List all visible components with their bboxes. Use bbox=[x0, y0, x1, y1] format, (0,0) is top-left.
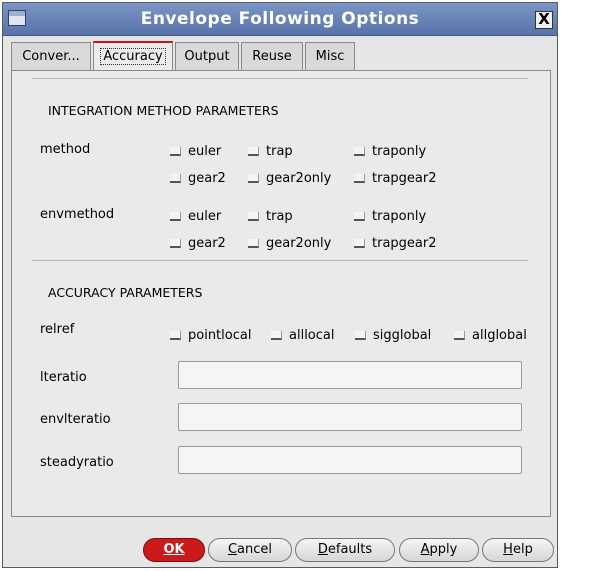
tab-label: Reuse bbox=[252, 49, 292, 64]
checkbox-label: allglobal bbox=[472, 328, 527, 343]
relref-alllocal-checkbox[interactable]: alllocal bbox=[271, 328, 334, 343]
checkbox-label: sigglobal bbox=[373, 328, 432, 343]
relref-label: relref bbox=[40, 322, 75, 337]
divider bbox=[32, 78, 528, 79]
integration-heading: INTEGRATION METHOD PARAMETERS bbox=[48, 103, 279, 118]
checkbox-label: alllocal bbox=[289, 328, 335, 343]
envelope-following-options-dialog: Envelope Following Options X Conver... A… bbox=[2, 2, 558, 568]
envmethod-trapgear2-checkbox[interactable]: trapgear2 bbox=[354, 236, 437, 251]
tab-label: Accuracy bbox=[100, 48, 166, 65]
lteratio-label: lteratio bbox=[40, 370, 87, 385]
checkbox-label: trap bbox=[266, 144, 293, 159]
button-mnemonic: D bbox=[317, 542, 328, 557]
tab-label: Conver... bbox=[22, 49, 80, 64]
checkbox-label: pointlocal bbox=[188, 328, 252, 343]
defaults-button[interactable]: Defaults bbox=[295, 538, 395, 562]
accuracy-heading: ACCURACY PARAMETERS bbox=[48, 285, 203, 300]
checkbox-label: traponly bbox=[372, 209, 427, 224]
checkbox-label: gear2only bbox=[266, 236, 332, 251]
cancel-button[interactable]: Cancel bbox=[208, 538, 292, 562]
button-label: efaults bbox=[327, 542, 373, 557]
envmethod-gear2-checkbox[interactable]: gear2 bbox=[170, 236, 226, 251]
method-gear2only-checkbox[interactable]: gear2only bbox=[248, 171, 331, 186]
envmethod-traponly-checkbox[interactable]: traponly bbox=[354, 209, 426, 224]
tab-label: Output bbox=[184, 49, 230, 64]
checkbox-label: euler bbox=[188, 144, 222, 159]
method-traponly-checkbox[interactable]: traponly bbox=[354, 144, 426, 159]
method-euler-checkbox[interactable]: euler bbox=[170, 144, 221, 159]
tab-accuracy[interactable]: Accuracy bbox=[93, 41, 173, 71]
method-label: method bbox=[40, 142, 91, 157]
title-bar: Envelope Following Options X bbox=[3, 3, 557, 36]
checkbox-label: trapgear2 bbox=[372, 171, 437, 186]
checkbox-label: trapgear2 bbox=[372, 236, 437, 251]
relref-allglobal-checkbox[interactable]: allglobal bbox=[454, 328, 527, 343]
button-label: elp bbox=[512, 542, 533, 557]
envmethod-gear2only-checkbox[interactable]: gear2only bbox=[248, 236, 331, 251]
tab-convergence[interactable]: Conver... bbox=[11, 42, 91, 70]
tab-label: Misc bbox=[315, 49, 345, 64]
method-trap-checkbox[interactable]: trap bbox=[248, 144, 293, 159]
close-button[interactable]: X bbox=[535, 11, 553, 29]
checkbox-label: traponly bbox=[372, 144, 427, 159]
relref-pointlocal-checkbox[interactable]: pointlocal bbox=[170, 328, 251, 343]
ok-button[interactable]: OK bbox=[143, 538, 205, 562]
method-gear2-checkbox[interactable]: gear2 bbox=[170, 171, 226, 186]
relref-sigglobal-checkbox[interactable]: sigglobal bbox=[355, 328, 431, 343]
tab-output[interactable]: Output bbox=[175, 42, 239, 70]
divider bbox=[32, 260, 528, 261]
lteratio-field[interactable] bbox=[178, 361, 522, 389]
tab-reuse[interactable]: Reuse bbox=[241, 42, 303, 70]
button-mnemonic: A bbox=[420, 542, 430, 557]
button-label: ancel bbox=[237, 542, 273, 557]
tab-misc[interactable]: Misc bbox=[305, 42, 355, 70]
envmethod-trap-checkbox[interactable]: trap bbox=[248, 209, 293, 224]
window-title: Envelope Following Options bbox=[140, 9, 420, 29]
accuracy-panel: INTEGRATION METHOD PARAMETERS method eul… bbox=[11, 70, 551, 517]
method-trapgear2-checkbox[interactable]: trapgear2 bbox=[354, 171, 437, 186]
envmethod-euler-checkbox[interactable]: euler bbox=[170, 209, 221, 224]
apply-button[interactable]: Apply bbox=[399, 538, 479, 562]
checkbox-label: euler bbox=[188, 209, 222, 224]
checkbox-label: gear2 bbox=[188, 236, 226, 251]
button-bar: OK Cancel Defaults Apply Help bbox=[3, 535, 559, 565]
button-label: OK bbox=[163, 542, 185, 557]
envlteratio-field[interactable] bbox=[178, 403, 522, 431]
checkbox-label: gear2 bbox=[188, 171, 226, 186]
envmethod-label: envmethod bbox=[40, 207, 115, 222]
button-label: pply bbox=[429, 542, 458, 557]
button-mnemonic: C bbox=[227, 542, 238, 557]
steadyratio-label: steadyratio bbox=[40, 455, 114, 470]
checkbox-label: trap bbox=[266, 209, 293, 224]
checkbox-label: gear2only bbox=[266, 171, 332, 186]
steadyratio-field[interactable] bbox=[178, 446, 522, 474]
button-mnemonic: H bbox=[503, 542, 513, 557]
envlteratio-label: envlteratio bbox=[40, 412, 111, 427]
help-button[interactable]: Help bbox=[482, 538, 554, 562]
